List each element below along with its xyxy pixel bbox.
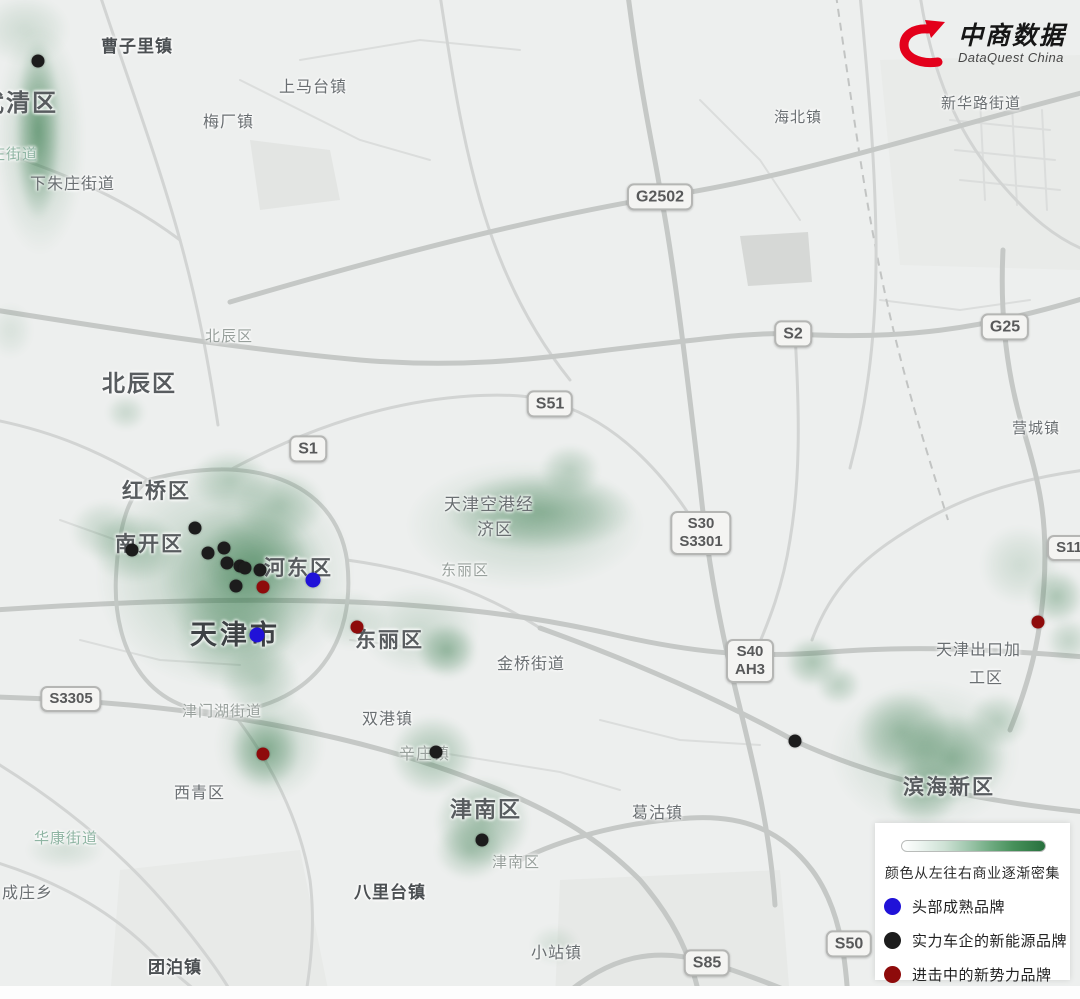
- map-label: 天津空港经: [444, 496, 534, 513]
- brand-logo: 中商数据 DataQuest China: [898, 20, 1066, 68]
- map-label: 成庄乡: [2, 886, 53, 902]
- brand-marker-black: [202, 547, 215, 560]
- map-label: 北辰区: [102, 372, 177, 395]
- map-label: 上马台镇: [279, 80, 347, 96]
- legend-item: 进击中的新势力品牌: [884, 964, 1070, 985]
- road-badge: S51: [527, 390, 573, 417]
- map-label: 津南区: [492, 855, 540, 870]
- brand-marker-red: [351, 621, 364, 634]
- road-badge-label: S1: [298, 439, 318, 458]
- map-label: 天津市: [190, 622, 280, 649]
- road-badge-label: S11: [1056, 539, 1080, 557]
- map-label: 海北镇: [774, 110, 822, 125]
- road-badge: G2502: [627, 183, 693, 210]
- road-badge-label: S51: [536, 394, 564, 413]
- brand-marker-black: [254, 564, 267, 577]
- road-badge-label: S3301: [679, 533, 722, 551]
- road-badge: S85: [684, 949, 730, 976]
- map-label: 八里台镇: [354, 884, 426, 901]
- brand-marker-black: [189, 522, 202, 535]
- density-gradient-bar: [901, 840, 1046, 852]
- map-label: 下朱庄街道: [30, 177, 115, 193]
- brand-marker-black: [239, 562, 252, 575]
- brand-marker-black: [218, 542, 231, 555]
- map-label: 东丽区: [355, 630, 424, 651]
- map-label: 葛沽镇: [632, 806, 683, 822]
- legend-item: 实力车企的新能源品牌: [884, 930, 1070, 951]
- map-label: 河东区: [264, 558, 333, 579]
- map-screenshot: 曹子里镇上马台镇梅厂镇武清区庄街道下朱庄街道海北镇新华路街道北辰区北辰区营城镇红…: [0, 0, 1080, 999]
- map-label: 北辰区: [205, 329, 253, 344]
- brand-marker-black: [430, 746, 443, 759]
- road-badge: S50: [826, 930, 872, 957]
- brand-marker-black: [126, 544, 139, 557]
- road-badge: S2: [774, 320, 812, 347]
- map-label: 津南区: [450, 799, 522, 821]
- logo-brand-en: DataQuest China: [958, 51, 1066, 64]
- road-badge: S1: [289, 435, 327, 462]
- road-badge-label: S40: [735, 643, 765, 661]
- road-badge-label: S85: [693, 953, 721, 972]
- map-label: 团泊镇: [148, 959, 202, 976]
- legend-item-label: 头部成熟品牌: [912, 896, 1005, 917]
- map-label: 金桥街道: [497, 657, 565, 673]
- map-label: 西青区: [174, 786, 225, 802]
- map-label: 新华路街道: [941, 96, 1021, 111]
- road-badge: S40AH3: [726, 639, 774, 683]
- brand-marker-red: [1032, 616, 1045, 629]
- bottom-margin: [0, 986, 1080, 999]
- map-label: 辛庄镇: [399, 747, 450, 763]
- map-label: 天津出口加: [936, 643, 1021, 659]
- road-badge-label: S30: [679, 515, 722, 533]
- brand-marker-black: [221, 557, 234, 570]
- brand-marker-blue: [306, 573, 321, 588]
- map-label: 庄街道: [0, 147, 38, 162]
- brand-marker-blue: [250, 628, 265, 643]
- map-label: 华康街道: [34, 831, 98, 846]
- map-label: 滨海新区: [903, 777, 995, 798]
- road-badge: G25: [981, 313, 1029, 340]
- map-label: 东丽区: [441, 563, 489, 578]
- road-badge-label: S50: [835, 934, 863, 953]
- map-label: 工区: [969, 671, 1003, 687]
- legend-item: 头部成熟品牌: [884, 896, 1070, 917]
- road-badge-label: S3305: [49, 690, 92, 708]
- legend-dot: [884, 932, 901, 949]
- brand-marker-red: [257, 748, 270, 761]
- legend-caption: 颜色从左往右商业逐渐密集: [875, 863, 1070, 883]
- map-label: 小站镇: [531, 946, 582, 962]
- map-legend: 颜色从左往右商业逐渐密集 头部成熟品牌实力车企的新能源品牌进击中的新势力品牌: [875, 823, 1070, 980]
- legend-dot: [884, 966, 901, 983]
- map-label: 梅厂镇: [203, 115, 254, 131]
- map-label: 曹子里镇: [101, 38, 173, 55]
- logo-swoosh-arrow-icon: [898, 20, 952, 68]
- brand-marker-black: [230, 580, 243, 593]
- legend-item-label: 进击中的新势力品牌: [912, 964, 1052, 985]
- map-label: 双港镇: [362, 712, 413, 728]
- brand-marker-black: [476, 834, 489, 847]
- legend-dot: [884, 898, 901, 915]
- map-label: 济区: [477, 521, 513, 538]
- road-badge-label: G2502: [636, 187, 684, 206]
- road-badge-label: AH3: [735, 661, 765, 679]
- road-badge: S3305: [40, 686, 101, 712]
- brand-marker-red: [257, 581, 270, 594]
- map-label: 武清区: [0, 92, 58, 116]
- road-badge: S30S3301: [670, 511, 731, 555]
- map-label: 红桥区: [122, 481, 191, 502]
- map-label: 营城镇: [1012, 421, 1060, 436]
- road-badge-label: G25: [990, 317, 1020, 336]
- map-label: 津门湖街道: [182, 704, 262, 719]
- road-badge-label: S2: [783, 324, 803, 343]
- road-badge: S11: [1047, 535, 1080, 561]
- brand-marker-black: [789, 735, 802, 748]
- brand-marker-black: [32, 55, 45, 68]
- logo-brand-cn: 中商数据: [958, 24, 1066, 49]
- legend-item-label: 实力车企的新能源品牌: [912, 930, 1067, 951]
- legend-items: 头部成熟品牌实力车企的新能源品牌进击中的新势力品牌: [875, 896, 1070, 985]
